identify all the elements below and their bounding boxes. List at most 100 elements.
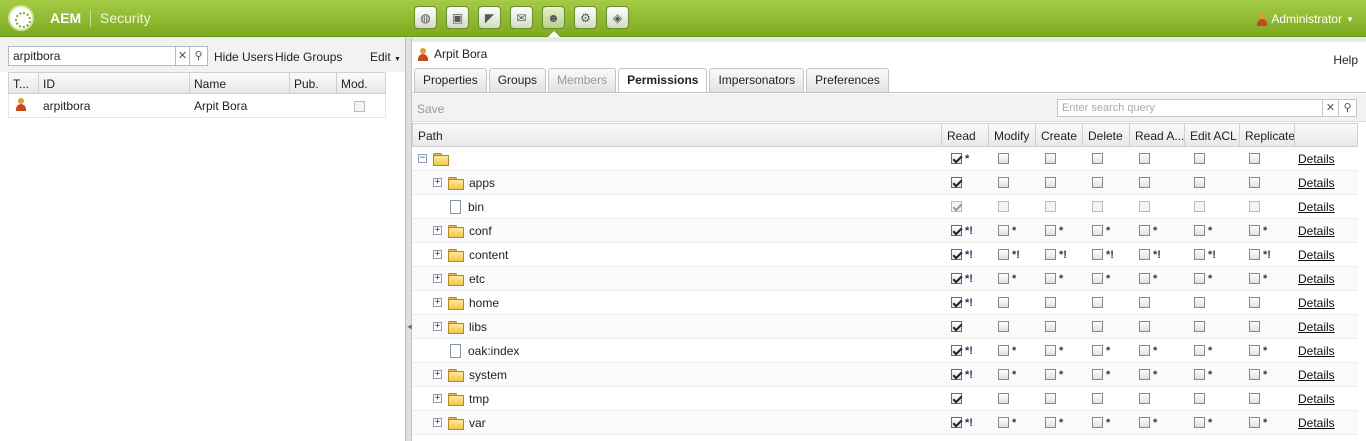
permission-search-input[interactable] [1057,99,1323,117]
user-search-input[interactable] [8,46,176,66]
table-row[interactable]: + etc *! * * * * * * Details [412,267,1358,291]
hide-users-button[interactable]: Hide Users [214,50,273,64]
permission-checkbox[interactable] [998,369,1009,380]
gear-icon[interactable]: ⚙ [574,6,597,29]
hide-groups-button[interactable]: Hide Groups [275,50,342,64]
col-name[interactable]: Name [190,73,290,93]
permission-checkbox[interactable] [998,393,1009,404]
permission-checkbox[interactable] [1249,177,1260,188]
search-icon[interactable]: ⚲ [190,46,208,66]
permission-checkbox[interactable] [998,321,1009,332]
permission-checkbox[interactable] [1092,153,1103,164]
col-create[interactable]: Create [1036,124,1083,146]
table-row[interactable]: bin Details [412,195,1358,219]
col-read-acl[interactable]: Read A... [1130,124,1185,146]
permission-checkbox[interactable] [951,273,962,284]
permission-checkbox[interactable] [1092,321,1103,332]
expand-icon[interactable]: + [433,226,442,235]
permission-checkbox[interactable] [1139,369,1150,380]
permission-checkbox[interactable] [998,297,1009,308]
details-link[interactable]: Details [1295,368,1341,382]
permission-checkbox[interactable] [1139,345,1150,356]
permission-checkbox[interactable] [1194,345,1205,356]
path-name[interactable]: conf [469,224,492,238]
tab-permissions[interactable]: Permissions [618,68,708,93]
permission-checkbox[interactable] [1194,273,1205,284]
permission-checkbox[interactable] [1194,249,1205,260]
permission-checkbox[interactable] [1139,177,1150,188]
col-modify[interactable]: Modify [989,124,1036,146]
permission-checkbox[interactable] [1194,321,1205,332]
permission-checkbox[interactable] [1249,417,1260,428]
path-name[interactable]: home [469,296,499,310]
permission-checkbox[interactable] [951,393,962,404]
expand-icon[interactable]: + [433,274,442,283]
permission-checkbox[interactable] [1045,417,1056,428]
permission-checkbox[interactable] [1139,153,1150,164]
table-row[interactable]: arpitbora Arpit Bora [8,94,386,118]
permission-checkbox[interactable] [1092,297,1103,308]
table-row[interactable]: + var *! * * * * * * Details [412,411,1358,435]
tag-icon[interactable]: ◈ [606,6,629,29]
permission-checkbox[interactable] [1092,225,1103,236]
permission-checkbox[interactable] [1194,369,1205,380]
details-link[interactable]: Details [1295,296,1341,310]
permission-checkbox[interactable] [1194,153,1205,164]
permission-checkbox[interactable] [1194,393,1205,404]
permission-checkbox[interactable] [1139,225,1150,236]
edit-menu-button[interactable]: Edit ▼ [370,50,401,64]
table-row[interactable]: oak:index *! * * * * * * Details [412,339,1358,363]
col-delete[interactable]: Delete [1083,124,1130,146]
permission-checkbox[interactable] [1092,369,1103,380]
col-id[interactable]: ID [39,73,190,93]
aem-logo-icon[interactable] [8,5,34,31]
expand-icon[interactable]: + [433,298,442,307]
permission-checkbox[interactable] [1092,177,1103,188]
save-button[interactable]: Save [417,102,444,116]
permission-checkbox[interactable] [1194,177,1205,188]
permission-checkbox[interactable] [1249,345,1260,356]
permission-checkbox[interactable] [951,369,962,380]
path-name[interactable]: apps [469,176,495,190]
permission-checkbox[interactable] [1249,321,1260,332]
permission-checkbox[interactable] [1045,225,1056,236]
permission-checkbox[interactable] [1249,249,1260,260]
permission-checkbox[interactable] [1045,321,1056,332]
globe-icon[interactable]: ◍ [414,6,437,29]
permission-checkbox[interactable] [1249,225,1260,236]
details-link[interactable]: Details [1295,392,1341,406]
expand-icon[interactable]: + [433,178,442,187]
details-link[interactable]: Details [1295,200,1341,214]
permission-checkbox[interactable] [1045,297,1056,308]
details-link[interactable]: Details [1295,344,1341,358]
permission-checkbox[interactable] [1045,369,1056,380]
details-link[interactable]: Details [1295,416,1341,430]
permission-checkbox[interactable] [951,153,962,164]
permission-checkbox[interactable] [1249,153,1260,164]
permission-checkbox[interactable] [1045,177,1056,188]
details-link[interactable]: Details [1295,320,1341,334]
details-link[interactable]: Details [1295,176,1341,190]
path-name[interactable]: system [469,368,507,382]
mail-icon[interactable]: ✉ [510,6,533,29]
clear-search-icon[interactable]: ✕ [1323,99,1339,117]
permission-checkbox[interactable] [1139,249,1150,260]
expand-icon[interactable]: + [433,250,442,259]
camera-icon[interactable]: ▣ [446,6,469,29]
permission-checkbox[interactable] [1092,393,1103,404]
col-edit-acl[interactable]: Edit ACL [1185,124,1240,146]
col-pub[interactable]: Pub. [290,73,337,93]
permission-checkbox[interactable] [951,321,962,332]
details-link[interactable]: Details [1295,272,1341,286]
tab-impersonators[interactable]: Impersonators [709,68,805,92]
col-type[interactable]: T... [9,73,39,93]
col-read[interactable]: Read [942,124,989,146]
permission-checkbox[interactable] [1045,249,1056,260]
details-link[interactable]: Details [1295,224,1341,238]
permission-checkbox[interactable] [1092,345,1103,356]
permission-checkbox[interactable] [951,297,962,308]
permission-checkbox[interactable] [1092,249,1103,260]
permission-checkbox[interactable] [998,345,1009,356]
permission-checkbox[interactable] [1045,153,1056,164]
permission-checkbox[interactable] [1139,417,1150,428]
